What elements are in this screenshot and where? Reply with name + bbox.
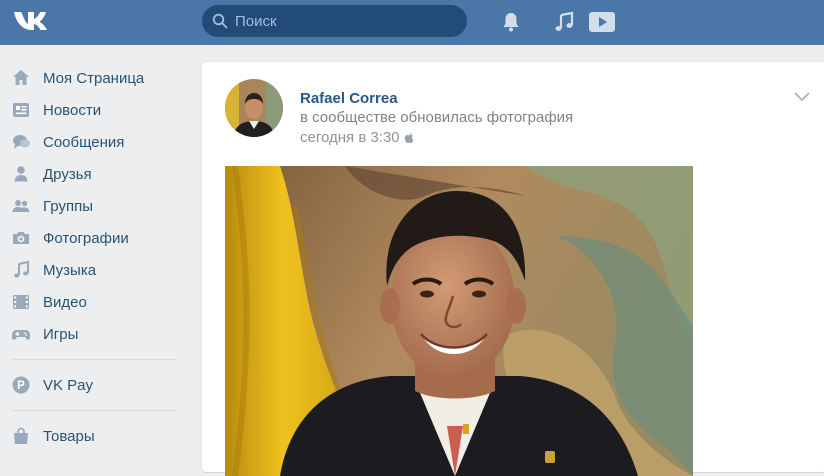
nav-label: Фотографии	[43, 229, 129, 247]
post-photo[interactable]	[225, 166, 693, 476]
author-avatar[interactable]	[225, 79, 283, 137]
nav-divider	[12, 359, 176, 360]
avatar-image	[225, 79, 283, 137]
vk-logo[interactable]	[12, 8, 52, 36]
left-nav: Моя Страница Новости Сообщения Друзья Гр…	[0, 62, 190, 452]
music-note-icon[interactable]	[552, 10, 576, 34]
nav-item-goods[interactable]: Товары	[0, 420, 190, 452]
chevron-down-icon[interactable]	[794, 92, 810, 102]
person-icon	[14, 166, 28, 182]
groups-icon	[12, 200, 30, 212]
nav-label: Игры	[43, 325, 79, 343]
nav-label: Группы	[43, 197, 93, 215]
nav-label: Друзья	[43, 165, 92, 183]
news-icon	[13, 103, 29, 117]
nav-label: Новости	[43, 101, 102, 119]
nav-item-music[interactable]: Музыка	[0, 254, 190, 286]
music-icon	[14, 260, 29, 278]
nav-label: VK Pay	[43, 376, 94, 394]
gamepad-icon	[11, 330, 31, 340]
post-card: Rafael Correa в сообществе обновилась фо…	[202, 62, 824, 476]
nav-label: Видео	[43, 293, 87, 311]
camera-icon	[13, 232, 29, 244]
nav-item-vk-pay[interactable]: P VK Pay	[0, 369, 190, 401]
post-author-name[interactable]: Rafael Correa	[300, 90, 398, 107]
bell-icon[interactable]	[499, 10, 523, 34]
search-bar[interactable]: Поиск	[202, 5, 467, 37]
vkpay-icon: P	[12, 376, 30, 394]
vkpay-icon-letter: P	[17, 380, 25, 392]
messages-icon	[13, 135, 30, 149]
search-icon	[212, 13, 228, 29]
apple-icon	[404, 132, 414, 143]
search-placeholder: Поиск	[235, 13, 277, 30]
nav-item-video[interactable]: Видео	[0, 286, 190, 318]
portrait-photo	[225, 166, 693, 476]
nav-item-my-page[interactable]: Моя Страница	[0, 62, 190, 94]
home-icon	[13, 70, 29, 85]
nav-label: Музыка	[43, 261, 97, 279]
nav-item-games[interactable]: Игры	[0, 318, 190, 350]
post-time-row: сегодня в 3:30	[300, 129, 415, 146]
top-header: Поиск	[0, 0, 824, 45]
nav-item-news[interactable]: Новости	[0, 94, 190, 126]
video-icon	[13, 295, 29, 309]
nav-item-groups[interactable]: Группы	[0, 190, 190, 222]
nav-label: Моя Страница	[43, 69, 145, 87]
nav-item-messages[interactable]: Сообщения	[0, 126, 190, 158]
nav-label: Сообщения	[43, 133, 125, 151]
video-play-icon[interactable]	[588, 10, 616, 34]
post-subtitle: в сообществе обновилась фотография	[300, 109, 574, 126]
nav-divider	[12, 410, 176, 411]
bag-icon	[14, 427, 28, 444]
nav-item-photos[interactable]: Фотографии	[0, 222, 190, 254]
nav-item-friends[interactable]: Друзья	[0, 158, 190, 190]
post-time[interactable]: сегодня в 3:30	[300, 129, 400, 146]
nav-label: Товары	[43, 427, 95, 445]
